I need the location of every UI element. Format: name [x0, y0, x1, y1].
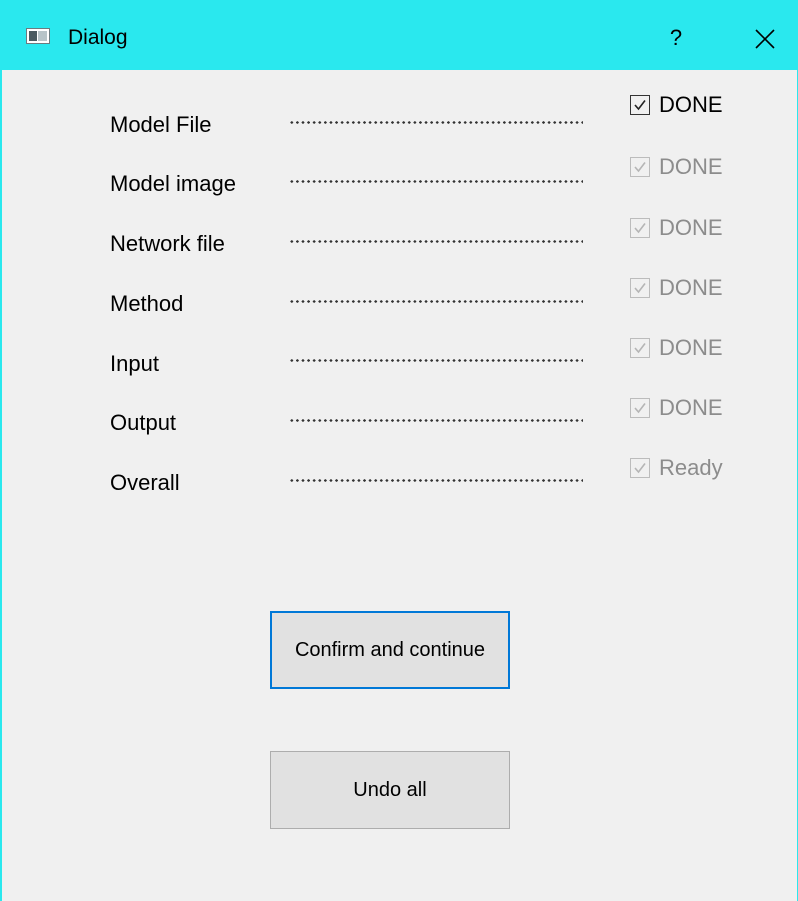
title-bar[interactable]: Dialog ? — [2, 0, 798, 70]
confirm-button-label: Confirm and continue — [294, 639, 486, 661]
checkmark-icon — [634, 343, 646, 354]
dotted-leader — [289, 359, 583, 362]
undo-button-label: Undo all — [353, 779, 427, 801]
dialog-window: Dialog ? Model File DONE Model image DON… — [0, 0, 798, 901]
checkmark-icon — [634, 223, 646, 234]
checkbox-box — [630, 398, 650, 418]
checkbox-label: DONE — [659, 395, 723, 420]
help-button[interactable]: ? — [662, 22, 690, 54]
row-label-method: Method — [110, 291, 184, 316]
window-title: Dialog — [68, 26, 128, 49]
close-button[interactable] — [746, 22, 782, 56]
checkmark-icon — [634, 283, 646, 294]
checkbox-box — [630, 278, 650, 298]
checkmark-icon — [634, 100, 646, 111]
checkbox-label: DONE — [659, 215, 723, 240]
dotted-leader — [289, 419, 583, 422]
row-label-output: Output — [110, 410, 177, 435]
confirm-and-continue-button[interactable]: Confirm and continue — [270, 611, 510, 689]
close-icon — [755, 29, 775, 49]
row-label-model-image: Model image — [110, 171, 236, 196]
checkmark-icon — [634, 463, 646, 474]
checkbox-box — [630, 218, 650, 238]
checkmark-icon — [634, 162, 646, 173]
checkbox-label: DONE — [659, 335, 723, 360]
dotted-leader — [289, 240, 583, 243]
undo-all-button[interactable]: Undo all — [270, 751, 510, 829]
checkbox-label: DONE — [659, 275, 723, 300]
checkmark-icon — [634, 403, 646, 414]
help-icon: ? — [669, 25, 683, 50]
row-label-model-file: Model File — [110, 112, 212, 137]
window-icon — [26, 28, 50, 44]
row-label-input: Input — [110, 351, 159, 376]
dotted-leader — [289, 121, 583, 124]
checkbox-box — [630, 338, 650, 358]
row-label-overall: Overall — [110, 470, 180, 495]
checkbox-label: DONE — [659, 92, 723, 117]
dotted-leader — [289, 180, 583, 183]
checkbox-box — [630, 95, 650, 115]
dotted-leader — [289, 300, 583, 303]
row-label-network-file: Network file — [110, 231, 225, 256]
checkbox-box — [630, 157, 650, 177]
checkbox-label: Ready — [659, 455, 723, 480]
checkbox-box — [630, 458, 650, 478]
checkbox-label: DONE — [659, 154, 723, 179]
dotted-leader — [289, 479, 583, 482]
